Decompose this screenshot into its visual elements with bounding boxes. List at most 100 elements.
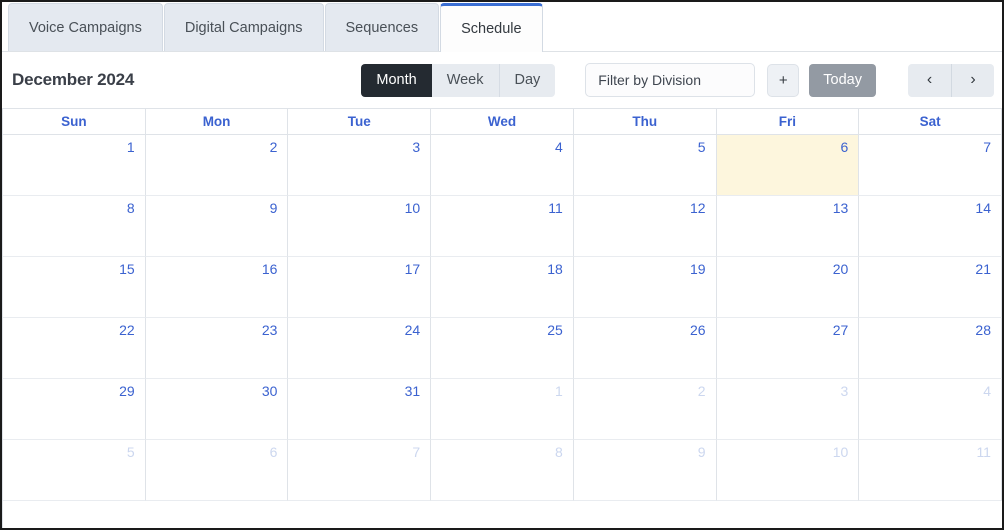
day-number: 4 — [983, 383, 991, 399]
day-number: 22 — [119, 322, 135, 338]
day-number: 1 — [126, 139, 135, 155]
calendar-day-cell[interactable]: 30 — [145, 379, 289, 440]
day-number: 14 — [975, 200, 991, 216]
calendar-day-cell[interactable]: 8 — [431, 440, 574, 501]
division-filter-input[interactable] — [585, 63, 756, 97]
day-number: 5 — [126, 444, 135, 460]
calendar-day-cell[interactable]: 8 — [3, 196, 146, 257]
today-button[interactable]: Today — [809, 63, 876, 97]
day-number: 5 — [697, 139, 706, 155]
weekday-header-thu: Thu — [573, 109, 717, 135]
day-number: 11 — [548, 200, 563, 216]
day-number: 9 — [697, 444, 706, 460]
weekday-header-wed: Wed — [431, 109, 574, 135]
day-number: 3 — [412, 139, 421, 155]
day-number: 18 — [547, 261, 563, 277]
calendar-day-cell[interactable]: 5 — [573, 135, 717, 196]
calendar-day-cell[interactable]: 5 — [3, 440, 146, 501]
calendar-day-cell[interactable]: 19 — [573, 257, 717, 318]
day-number: 10 — [832, 444, 849, 460]
calendar-day-cell[interactable]: 31 — [288, 379, 432, 440]
day-number: 21 — [975, 261, 991, 277]
calendar-day-cell[interactable]: 11 — [859, 440, 1002, 501]
calendar-day-cell[interactable]: 16 — [145, 257, 289, 318]
schedule-app: Voice Campaigns Digital Campaigns Sequence… — [2, 2, 1002, 528]
tab-sequences[interactable]: Sequences — [324, 3, 440, 51]
view-week-button[interactable]: Week — [431, 63, 499, 97]
calendar-day-cell[interactable]: 13 — [716, 196, 860, 257]
tab-schedule[interactable]: Schedule — [440, 3, 543, 52]
calendar-day-cell[interactable]: 10 — [716, 440, 860, 501]
calendar-week-row: 5 6 7 8 9 10 11 — [3, 440, 1002, 501]
day-number: 3 — [840, 383, 849, 399]
calendar-day-cell[interactable]: 25 — [431, 318, 574, 379]
calendar-day-cell[interactable]: 26 — [573, 318, 717, 379]
calendar-day-cell[interactable]: 23 — [145, 318, 289, 379]
calendar-day-cell[interactable]: 1 — [3, 135, 146, 196]
calendar-day-cell[interactable]: 18 — [431, 257, 574, 318]
calendar-day-cell[interactable]: 20 — [716, 257, 860, 318]
weekday-header-sun: Sun — [3, 109, 146, 135]
calendar-week-rows: 1 2 3 4 5 6 7 8 9 10 11 12 13 14 15 16 17 18 19 20 21 22 23 24 2… — [3, 135, 1002, 528]
tab-digital-campaigns[interactable]: Digital Campaigns — [163, 3, 324, 51]
day-number: 6 — [840, 139, 849, 155]
add-event-button[interactable]: + — [767, 63, 800, 97]
calendar-day-cell[interactable]: 4 — [859, 379, 1002, 440]
calendar-day-cell[interactable]: 7 — [288, 440, 432, 501]
calendar-day-cell[interactable]: 6 — [145, 440, 289, 501]
calendar-week-row: 29 30 31 1 2 3 4 — [3, 379, 1002, 440]
calendar-week-row: 8 9 10 11 12 13 14 — [3, 196, 1002, 257]
calendar-day-cell[interactable]: 4 — [431, 135, 574, 196]
calendar-day-cell[interactable]: 6 — [716, 135, 860, 196]
calendar-day-cell[interactable]: 11 — [431, 196, 574, 257]
calendar-day-cell[interactable]: 29 — [3, 379, 146, 440]
calendar-day-cell[interactable]: 15 — [3, 257, 146, 318]
calendar-day-cell[interactable]: 2 — [145, 135, 289, 196]
day-number: 13 — [832, 200, 849, 216]
day-number: 2 — [697, 383, 706, 399]
weekday-header-fri: Fri — [716, 109, 860, 135]
day-number: 4 — [555, 139, 563, 155]
main-tab-bar: Voice Campaigns Digital Campaigns Sequence… — [2, 2, 1002, 52]
day-number: 7 — [983, 139, 991, 155]
day-number: 30 — [261, 383, 278, 399]
calendar-day-cell[interactable]: 9 — [573, 440, 717, 501]
weekday-header-mon: Mon — [145, 109, 289, 135]
calendar-weekday-header-row: Sun Mon Tue Wed Thu Fri Sat — [3, 109, 1002, 135]
calendar-day-cell[interactable]: 3 — [716, 379, 860, 440]
day-number: 9 — [269, 200, 278, 216]
view-month-button[interactable]: Month — [361, 63, 432, 97]
view-day-button[interactable]: Day — [498, 63, 556, 97]
calendar-day-cell[interactable]: 7 — [859, 135, 1002, 196]
day-number: 8 — [126, 200, 135, 216]
calendar-day-cell[interactable]: 21 — [859, 257, 1002, 318]
calendar-nav-group: ‹ › — [908, 63, 994, 97]
day-number: 29 — [119, 383, 135, 399]
calendar-day-cell[interactable]: 2 — [573, 379, 717, 440]
chevron-left-icon[interactable]: ‹ — [908, 63, 951, 97]
calendar-day-cell[interactable]: 1 — [431, 379, 574, 440]
day-number: 25 — [547, 322, 563, 338]
day-number: 27 — [832, 322, 849, 338]
day-number: 8 — [555, 444, 563, 460]
calendar-day-cell[interactable]: 10 — [288, 196, 432, 257]
day-number: 26 — [689, 322, 706, 338]
calendar-day-cell[interactable]: 22 — [3, 318, 146, 379]
calendar-day-cell[interactable]: 3 — [288, 135, 432, 196]
tab-voice-campaigns[interactable]: Voice Campaigns — [8, 3, 163, 51]
calendar-day-cell[interactable]: 17 — [288, 257, 432, 318]
weekday-header-tue: Tue — [288, 109, 432, 135]
calendar-day-cell[interactable]: 12 — [573, 196, 717, 257]
chevron-right-icon[interactable]: › — [951, 63, 994, 97]
calendar-day-cell[interactable]: 24 — [288, 318, 432, 379]
calendar-day-cell[interactable]: 14 — [859, 196, 1002, 257]
day-number: 15 — [119, 261, 135, 277]
day-number: 6 — [269, 444, 278, 460]
calendar-toolbar: December 2024 Month Week Day + Today ‹ › — [2, 52, 1002, 108]
day-number: 31 — [404, 383, 421, 399]
calendar-day-cell[interactable]: 28 — [859, 318, 1002, 379]
day-number: 11 — [976, 444, 991, 460]
calendar-day-cell[interactable]: 27 — [716, 318, 860, 379]
calendar-day-cell[interactable]: 9 — [145, 196, 289, 257]
day-number: 19 — [689, 261, 706, 277]
